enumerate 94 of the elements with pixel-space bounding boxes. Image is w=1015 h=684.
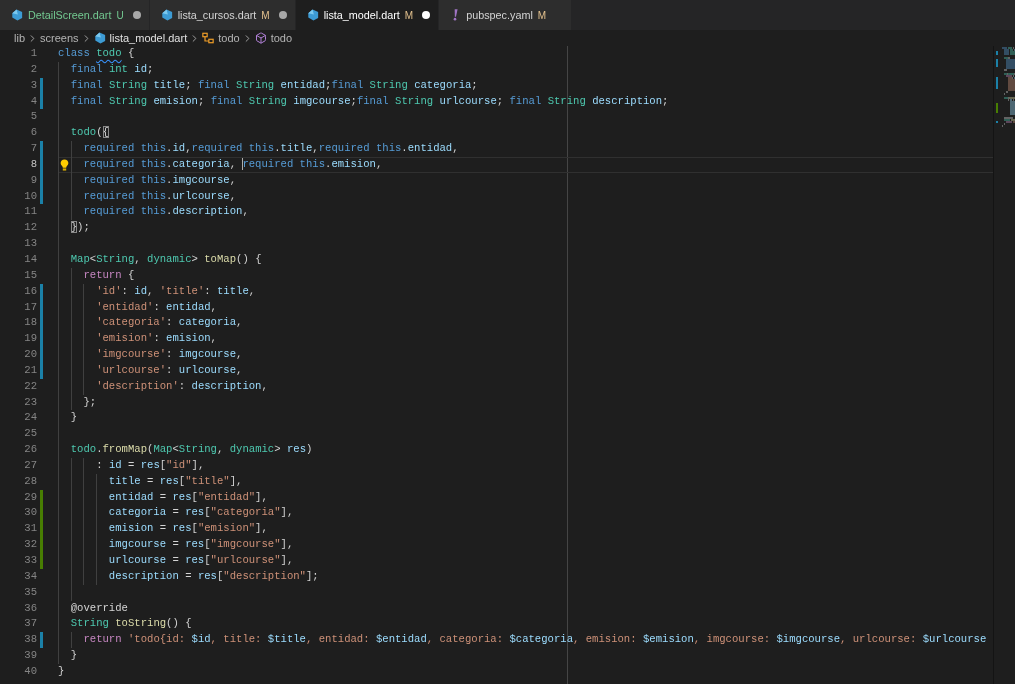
line-number: 36 <box>24 600 37 616</box>
code-line: return 'todo{id: $id, title: $title, entidad: $entidad, categoria: $categoria, emision: $emision, imgcourse: $imgcourse, urlcourse: $urlcourse <box>83 633 987 646</box>
line-number: 21 <box>24 362 37 378</box>
code-line: String toString() { <box>70 617 192 630</box>
line-number: 12 <box>24 220 37 236</box>
line-number: 40 <box>24 663 37 679</box>
hexagon-icon <box>93 32 106 44</box>
code-line: 'urlcourse': urlcourse, <box>96 363 243 376</box>
line-number: 11 <box>24 204 37 220</box>
line-number: 38 <box>24 632 37 648</box>
code-line: return { <box>83 268 135 281</box>
code-line: todo.fromMap(Map<String, dynamic> res) <box>70 443 313 456</box>
line-number: 34 <box>24 568 37 584</box>
line-number: 31 <box>24 521 37 537</box>
line-number: 13 <box>24 236 37 252</box>
code-line: } <box>70 411 78 424</box>
editor-tab[interactable]: pubspec.yaml M <box>439 0 573 30</box>
line-number: 9 <box>30 172 37 188</box>
code-line: categoria = res["categoria"], <box>108 506 294 519</box>
breadcrumb-item[interactable]: todo <box>254 32 293 44</box>
line-number: 37 <box>24 616 37 632</box>
breadcrumb-item[interactable]: todo <box>202 32 240 44</box>
line-number: 19 <box>24 331 37 347</box>
line-number: 20 <box>24 347 37 363</box>
breadcrumb-item[interactable]: screens <box>40 32 79 44</box>
code-line: 'emision': emision, <box>96 332 217 345</box>
line-number: 35 <box>24 584 37 600</box>
line-number: 10 <box>24 188 37 204</box>
code-line: entidad = res["entidad"], <box>108 490 268 503</box>
breadcrumb-item[interactable]: lib <box>14 32 25 44</box>
line-number: 30 <box>24 505 37 521</box>
code-line: required this.categoria, required this.emision, <box>83 157 383 170</box>
editor-tab[interactable]: DetailScreen.dart U <box>0 0 150 30</box>
hierarchy-icon <box>202 32 215 44</box>
code-line: required this.urlcourse, <box>83 189 237 202</box>
line-number: 23 <box>24 394 37 410</box>
code-line: }); <box>70 221 90 234</box>
code-line: final String emision; final String imgcourse;final String urlcourse; final String description; <box>70 94 669 107</box>
line-number: 5 <box>30 109 37 125</box>
breadcrumb-item[interactable]: lista_model.dart <box>93 32 188 44</box>
line-number: 25 <box>24 426 37 442</box>
code-line: required this.id,required this.title,required this.entidad, <box>83 142 459 155</box>
minimap[interactable] <box>994 46 1015 128</box>
line-number: 24 <box>24 410 37 426</box>
code-line: 'id': id, 'title': title, <box>96 284 256 297</box>
line-number: 29 <box>24 489 37 505</box>
line-number: 33 <box>24 553 37 568</box>
line-number: 26 <box>24 442 37 458</box>
code-line: urlcourse = res["urlcourse"], <box>108 554 294 566</box>
code-line: final int id; <box>70 62 154 75</box>
line-number: 28 <box>24 473 37 489</box>
line-number: 14 <box>24 251 37 267</box>
line-number: 16 <box>24 283 37 299</box>
code-line: todo({ <box>70 126 109 139</box>
line-number: 7 <box>30 141 37 157</box>
line-number: 39 <box>24 648 37 664</box>
code-line: } <box>70 649 78 662</box>
lightbulb-icon[interactable] <box>60 158 69 171</box>
code-line: 'description': description, <box>96 379 268 392</box>
code-line: 'categoria': categoria, <box>96 316 243 329</box>
line-number: 8 <box>30 156 37 172</box>
code-line: Map<String, dynamic> toMap() { <box>70 252 262 265</box>
line-number: 27 <box>24 457 37 473</box>
hexagon-icon <box>11 9 23 21</box>
code-line: @override <box>70 601 128 614</box>
code-line: } <box>58 664 65 677</box>
code-line: 'entidad': entidad, <box>96 300 217 313</box>
line-number: 3 <box>30 77 37 93</box>
code-line: required this.description, <box>83 205 249 218</box>
hexagon-icon <box>160 9 173 21</box>
code-line: title = res["title"], <box>108 474 243 487</box>
line-number: 4 <box>30 93 37 109</box>
line-number: 1 <box>30 46 37 61</box>
editor-tab[interactable]: lista_cursos.dart M <box>149 0 296 30</box>
line-number: 6 <box>30 125 37 141</box>
line-number: 18 <box>24 315 37 331</box>
code-line: imgcourse = res["imgcourse"], <box>108 538 294 551</box>
line-number: 2 <box>30 61 37 77</box>
code-line: description = res["description"]; <box>108 569 319 582</box>
line-number: 22 <box>24 378 37 394</box>
line-number: 17 <box>24 299 37 315</box>
code-line: : id = res["id"], <box>96 458 205 471</box>
cube-icon <box>254 32 267 44</box>
line-number: 32 <box>24 537 37 553</box>
hexagon-icon <box>306 9 319 21</box>
code-line: 'imgcourse': imgcourse, <box>96 348 243 361</box>
code-line: emision = res["emision"], <box>108 522 268 535</box>
code-line: }; <box>83 395 97 408</box>
code-line: final String title; final String entidad;final String categoria; <box>70 78 478 91</box>
exclamation-icon <box>453 9 459 21</box>
line-number: 15 <box>24 267 37 283</box>
code-line: required this.imgcourse, <box>83 173 237 186</box>
editor-tab[interactable]: lista_model.dart M <box>295 0 440 30</box>
code-line: class todo { <box>58 47 135 59</box>
